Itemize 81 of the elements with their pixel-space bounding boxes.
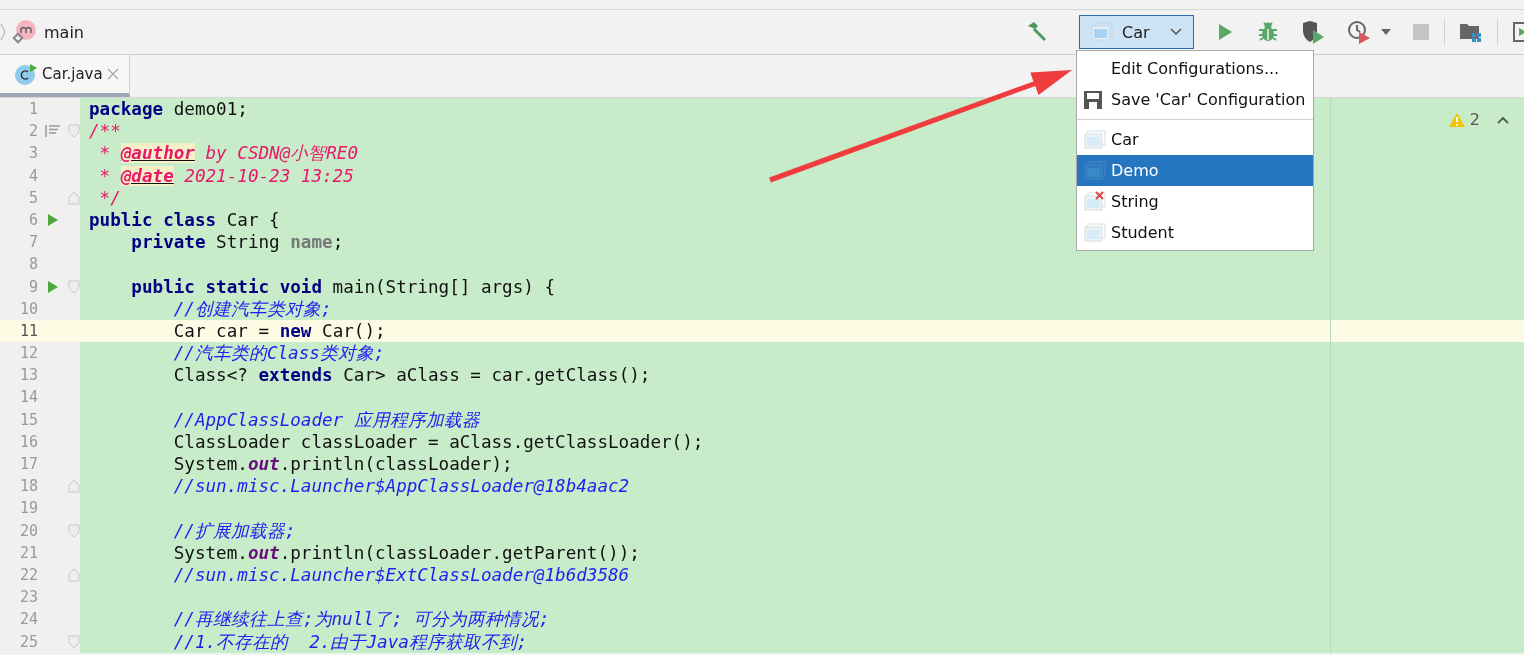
line-number: 19 — [19, 499, 38, 518]
structure-icon[interactable] — [45, 125, 61, 138]
menu-item[interactable]: Edit Configurations... — [1077, 53, 1313, 84]
line-number: 22 — [19, 565, 38, 584]
line-number: 24 — [19, 610, 38, 629]
code-line: //sun.misc.Launcher$AppClassLoader@18b4aac2 — [173, 476, 630, 497]
code-line: public static void main(String[] args) { — [131, 276, 556, 297]
run-icon[interactable] — [47, 213, 59, 228]
chevron-up-icon[interactable] — [1496, 115, 1510, 125]
line-number: 4 — [28, 166, 38, 185]
code-line: //汽车类的Class类对象; — [173, 343, 385, 364]
code-line: public class Car { — [89, 209, 280, 230]
line-number: 18 — [19, 477, 38, 496]
menu-item[interactable]: String — [1077, 186, 1313, 217]
code-line: /** — [89, 121, 121, 142]
code-line: //扩展加载器; — [173, 520, 296, 541]
line-number: 16 — [19, 432, 38, 451]
line-number: 20 — [19, 521, 38, 540]
line-number: 3 — [28, 144, 38, 163]
line-number: 8 — [28, 255, 38, 274]
project-structure-icon[interactable] — [1459, 21, 1483, 43]
fold-icon[interactable] — [68, 523, 80, 538]
code-line: * @author by CSDN@小智RE0 — [99, 143, 359, 164]
fold-icon[interactable] — [68, 634, 80, 649]
code-line: private String name; — [131, 232, 344, 253]
line-number: 6 — [28, 210, 38, 229]
line-number: 11 — [19, 321, 38, 340]
menu-item[interactable]: Demo — [1077, 155, 1313, 186]
chevron-down-icon — [1169, 27, 1183, 37]
line-number: 9 — [28, 277, 38, 296]
code-line: package demo01; — [89, 99, 248, 119]
code-line: Class<? extends Car> aClass = car.getClass(); — [173, 365, 651, 386]
menu-item[interactable]: Student — [1077, 217, 1313, 248]
line-number: 5 — [28, 188, 38, 207]
configuration-icon — [1090, 22, 1114, 42]
line-number: 12 — [19, 344, 38, 363]
code-line: //再继续往上查;为null了; 可分为两种情况; — [173, 609, 550, 630]
line-number: 10 — [19, 299, 38, 318]
line-number: 1 — [28, 100, 38, 118]
line-number: 14 — [19, 388, 38, 407]
chevron-icon — [0, 22, 6, 42]
code-line: System.out.println(classLoader); — [173, 454, 513, 474]
line-number: 25 — [19, 632, 38, 651]
warning-icon — [1447, 111, 1466, 128]
run-icon[interactable] — [47, 279, 59, 294]
code-line: System.out.println(classLoader.getParent()); — [173, 542, 640, 563]
fold-icon[interactable] — [68, 479, 80, 494]
code-line: * @date 2021-10-23 13:25 — [99, 165, 354, 186]
method-icon — [12, 19, 38, 45]
menu-item[interactable]: Car — [1077, 124, 1313, 155]
line-number: 17 — [19, 455, 38, 473]
breadcrumb-label[interactable]: main — [44, 22, 84, 42]
line-number: 15 — [19, 410, 38, 429]
profiler-icon[interactable] — [1346, 19, 1372, 45]
save-icon — [1083, 89, 1103, 110]
code-line: */ — [99, 187, 121, 208]
line-number: 21 — [19, 543, 38, 562]
debug-icon[interactable] — [1256, 20, 1280, 44]
run-configuration-dropdown[interactable]: Car — [1079, 15, 1194, 49]
line-number: 2 — [28, 122, 38, 141]
fold-icon[interactable] — [68, 190, 80, 205]
line-number: 7 — [28, 233, 38, 252]
warning-counter[interactable]: 2 — [1447, 110, 1480, 129]
menu-item[interactable]: Save 'Car' Configuration — [1077, 84, 1313, 115]
code-line: //AppClassLoader 应用程序加载器 — [173, 409, 480, 430]
class-file-icon — [14, 63, 38, 85]
line-number: 23 — [19, 588, 38, 607]
code-line: //1.不存在的 2.由于Java程序获取不到; — [173, 631, 528, 652]
fold-icon[interactable] — [68, 124, 80, 139]
code-line: Car car = new Car(); — [173, 320, 386, 341]
close-icon[interactable] — [106, 68, 119, 80]
fold-icon[interactable] — [68, 279, 80, 294]
editor-tab[interactable]: Car.java — [0, 55, 130, 97]
fold-icon[interactable] — [68, 568, 80, 583]
code-line: //创建汽车类对象; — [173, 298, 332, 319]
code-line: //sun.misc.Launcher$ExtClassLoader@1b6d3586 — [173, 564, 630, 585]
code-line: ClassLoader classLoader = aClass.getClassLoader(); — [173, 431, 704, 452]
run-window-icon[interactable] — [1512, 21, 1524, 43]
coverage-icon[interactable] — [1300, 19, 1326, 45]
line-number: 13 — [19, 366, 38, 385]
caret-icon[interactable] — [1380, 28, 1392, 36]
